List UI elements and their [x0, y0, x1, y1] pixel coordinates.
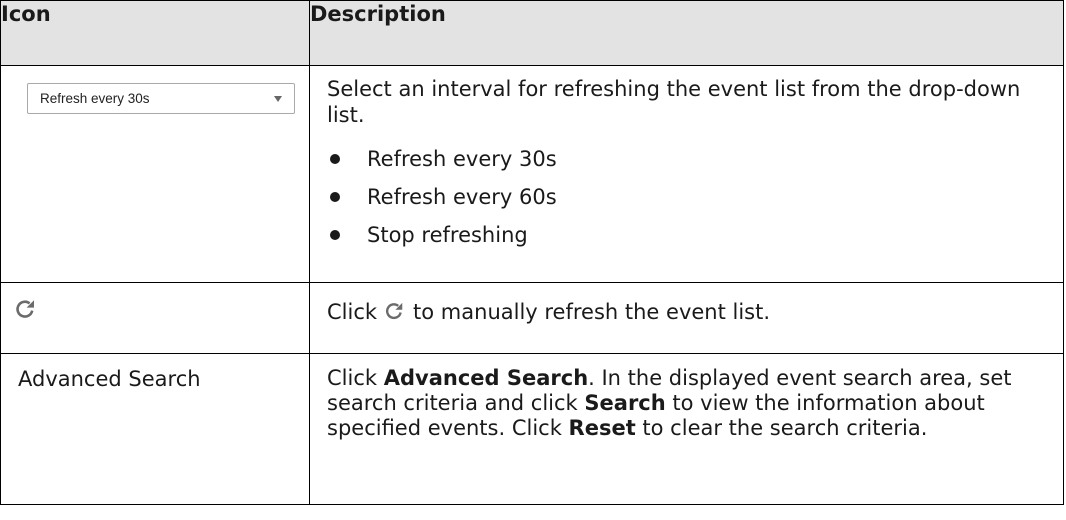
icon-description-table: Icon Description Refresh every 30s Selec…	[0, 0, 1064, 505]
table-row: Refresh every 30s Select an interval for…	[0, 65, 1064, 283]
advanced-search-link[interactable]: Advanced Search	[18, 367, 201, 391]
document-page: Icon Description Refresh every 30s Selec…	[0, 0, 1066, 520]
desc-text: Click	[327, 366, 384, 390]
description-cell: Select an interval for refreshing the ev…	[309, 65, 1064, 283]
option-label: Refresh every 30s	[367, 147, 557, 171]
description-text: Click Advanced Search. In the displayed …	[310, 354, 1063, 441]
header-description: Description	[309, 0, 1064, 66]
desc-bold-reset: Reset	[568, 416, 636, 440]
interval-options-list: Refresh every 30s Refresh every 60s Stop…	[327, 140, 1049, 254]
option-label: Refresh every 60s	[367, 185, 557, 209]
desc-suffix: to manually refresh the event list.	[413, 300, 771, 324]
header-icon: Icon	[0, 0, 310, 66]
list-item: Refresh every 30s	[327, 140, 1049, 178]
table-row: Click to manually refresh the event list…	[0, 282, 1064, 354]
description-cell: Click to manually refresh the event list…	[309, 282, 1064, 354]
table-header-row: Icon Description	[0, 0, 1064, 66]
refresh-interval-dropdown[interactable]: Refresh every 30s	[27, 83, 295, 114]
bullet-icon	[330, 192, 340, 202]
desc-bold-advanced-search: Advanced Search	[383, 366, 589, 390]
list-item: Stop refreshing	[327, 216, 1049, 254]
dropdown-value: Refresh every 30s	[40, 91, 150, 106]
icon-cell: Refresh every 30s	[0, 65, 310, 283]
bullet-icon	[330, 154, 340, 164]
option-label: Stop refreshing	[367, 223, 528, 247]
desc-bold-search: Search	[584, 391, 666, 415]
icon-cell: Advanced Search	[0, 353, 310, 505]
list-item: Refresh every 60s	[327, 178, 1049, 216]
icon-cell	[0, 282, 310, 354]
description-text: Select an interval for refreshing the ev…	[327, 77, 1021, 127]
description-cell: Click Advanced Search. In the displayed …	[309, 353, 1064, 505]
refresh-icon	[383, 300, 405, 328]
desc-prefix: Click	[327, 300, 378, 324]
bullet-icon	[330, 230, 340, 240]
table-row: Advanced Search Click Advanced Search. I…	[0, 353, 1064, 505]
desc-text: to clear the search criteria.	[635, 416, 928, 440]
refresh-icon[interactable]	[13, 297, 309, 321]
chevron-down-icon	[274, 96, 282, 102]
